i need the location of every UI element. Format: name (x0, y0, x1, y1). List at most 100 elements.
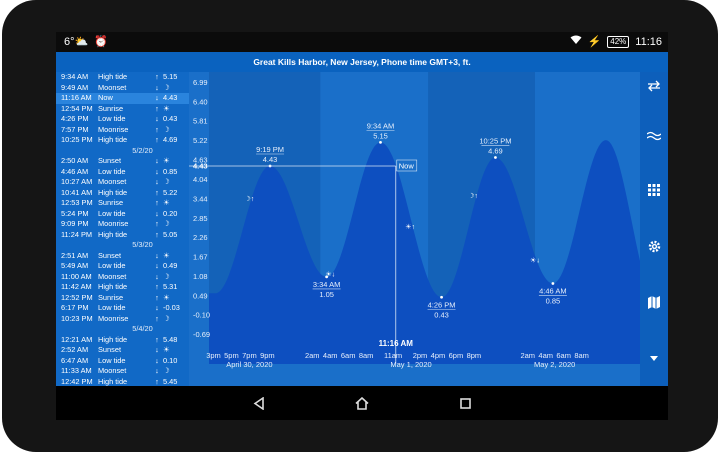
recents-button[interactable] (454, 392, 476, 414)
tide-chart-svg[interactable]: 6.996.405.815.224.634.043.442.852.261.67… (189, 72, 640, 386)
event-time: 5:49 AM (61, 261, 89, 270)
event-row[interactable]: 11:00 AM Moonset ↓ ☽ (56, 272, 189, 283)
event-row[interactable]: 12:53 PM Sunrise ↑ ☀ (56, 198, 189, 209)
event-row[interactable]: 2:51 AM Sunset ↓ ☀ (56, 251, 189, 262)
now-value-label: 4.43 (193, 162, 208, 171)
event-arrow: ↓ (155, 261, 159, 270)
event-row[interactable]: 9:09 PM Moonrise ↑ ☽ (56, 219, 189, 230)
event-value: ☽ (163, 271, 170, 281)
gear-icon (648, 240, 660, 252)
grid-button[interactable] (640, 178, 668, 202)
x-date-label: May 2, 2020 (534, 360, 575, 369)
event-name: Moonset (98, 82, 127, 92)
y-tick-label: 3.44 (193, 194, 208, 203)
event-name: Sunset (98, 156, 122, 165)
event-name: Moonrise (98, 124, 129, 134)
event-row[interactable]: 6:47 AM Low tide ↓ 0.10 (56, 356, 189, 367)
tide-extreme-point (379, 140, 382, 144)
x-tick-label: 7pm (242, 351, 257, 360)
event-value: -0.03 (163, 303, 180, 312)
event-value: ☀ (163, 292, 170, 302)
event-row[interactable]: 11:16 AM Now ↓ 4.43 (56, 93, 189, 104)
event-value: 5.05 (163, 229, 178, 239)
event-row[interactable]: 11:24 PM High tide ↑ 5.05 (56, 230, 189, 241)
event-name: Sunset (98, 345, 122, 354)
more-button[interactable] (640, 346, 668, 370)
tide-extreme-point (440, 295, 443, 299)
y-tick-label: 6.99 (193, 78, 208, 87)
event-row[interactable]: 7:57 PM Moonrise ↑ ☽ (56, 125, 189, 136)
event-row[interactable]: 6:17 PM Low tide ↓ -0.03 (56, 303, 189, 314)
event-name: High tide (98, 229, 128, 239)
event-value: 0.20 (163, 208, 178, 218)
event-row[interactable]: 2:50 AM Sunset ↓ ☀ (56, 156, 189, 167)
y-tick-label: 4.04 (193, 175, 208, 184)
event-row[interactable]: 12:42 PM High tide ↑ 5.45 (56, 377, 189, 387)
x-tick-label: 8am (574, 351, 589, 360)
extreme-time-label: 4:26 PM (428, 300, 456, 309)
map-button[interactable] (640, 290, 668, 314)
alarm-icon: ⏰ (94, 36, 108, 48)
battery-indicator: 42% (607, 35, 630, 48)
y-tick-label: 1.67 (193, 253, 208, 262)
event-arrow: ↑ (155, 376, 159, 386)
event-value: 5.15 (163, 72, 178, 81)
extreme-value-label: 4.69 (488, 146, 503, 155)
event-row[interactable]: 10:25 PM High tide ↑ 4.69 (56, 135, 189, 146)
event-time: 2:50 AM (61, 156, 89, 165)
event-row[interactable]: 2:52 AM Sunset ↓ ☀ (56, 345, 189, 356)
event-row[interactable]: 11:42 AM High tide ↑ 5.31 (56, 282, 189, 293)
event-row[interactable]: 5:49 AM Low tide ↓ 0.49 (56, 261, 189, 272)
y-tick-label: 2.26 (193, 233, 208, 242)
x-tick-label: 4am (323, 351, 338, 360)
event-name: Moonrise (98, 313, 129, 323)
event-row[interactable]: 12:21 AM High tide ↑ 5.48 (56, 335, 189, 346)
event-time: 6:47 AM (61, 355, 89, 365)
back-button[interactable] (248, 392, 270, 414)
event-name: High tide (98, 187, 128, 197)
settings-button[interactable] (640, 234, 668, 258)
event-row[interactable]: 10:27 AM Moonset ↓ ☽ (56, 177, 189, 188)
waves-icon (647, 131, 661, 141)
event-name: High tide (98, 282, 128, 291)
waves-button[interactable] (640, 124, 668, 148)
event-value: 5.31 (163, 282, 178, 291)
event-time: 11:16 AM (61, 93, 92, 102)
event-row[interactable]: 4:46 AM Low tide ↓ 0.85 (56, 167, 189, 178)
event-arrow: ↓ (155, 303, 159, 312)
event-value: ☽ (163, 124, 170, 134)
x-tick-label: 2am (520, 351, 535, 360)
event-row[interactable]: 12:54 PM Sunrise ↑ ☀ (56, 104, 189, 115)
tide-event-list[interactable]: 9:34 AM High tide ↑ 5.15 9:49 AM Moonset ↓ ☽ 11:… (56, 72, 189, 386)
event-time: 10:41 AM (61, 187, 93, 197)
event-row[interactable]: 10:41 AM High tide ↑ 5.22 (56, 188, 189, 199)
event-row[interactable]: 9:49 AM Moonset ↓ ☽ (56, 83, 189, 94)
x-tick-label: 5pm (224, 351, 239, 360)
event-time: 12:52 PM (61, 292, 93, 302)
event-value: 5.45 (163, 376, 178, 386)
event-row[interactable]: 10:23 PM Moonrise ↑ ☽ (56, 314, 189, 325)
home-button[interactable] (351, 392, 373, 414)
date-header: 5/4/20 (132, 324, 153, 333)
compare-arrows-button[interactable] (640, 74, 668, 98)
event-row[interactable]: 11:33 AM Moonset ↓ ☽ (56, 366, 189, 377)
x-tick-label: 8am (359, 351, 374, 360)
event-row[interactable]: 9:34 AM High tide ↑ 5.15 (56, 72, 189, 83)
event-arrow: ↓ (155, 250, 159, 260)
event-row[interactable]: 12:52 PM Sunrise ↑ ☀ (56, 293, 189, 304)
event-row[interactable]: 4:26 PM Low tide ↓ 0.43 (56, 114, 189, 125)
x-tick-label: 6pm (449, 351, 464, 360)
now-time-label: 11:16 AM (379, 339, 414, 348)
tide-chart[interactable]: 6.99 6.40 5.81 5.22 4.63 4.04 3.44 2.85 2.26 1.67… (189, 72, 640, 386)
screen: 6°⛅ ⏰ ⚡ 42% 11:16 Great Kills Harbor, Ne… (56, 32, 668, 420)
event-value: 4.69 (163, 135, 178, 144)
event-row[interactable]: 5:24 PM Low tide ↓ 0.20 (56, 209, 189, 220)
extreme-value-label: 1.05 (319, 290, 334, 299)
right-toolbar (640, 72, 668, 386)
event-value: ☽ (163, 177, 170, 186)
extreme-time-label: 4:46 AM (539, 286, 567, 295)
event-value: 0.43 (163, 114, 178, 123)
extreme-value-label: 5.15 (373, 131, 388, 140)
sun-moon-marker: ☀↓ (325, 271, 335, 279)
device-frame: 6°⛅ ⏰ ⚡ 42% 11:16 Great Kills Harbor, Ne… (0, 0, 720, 462)
